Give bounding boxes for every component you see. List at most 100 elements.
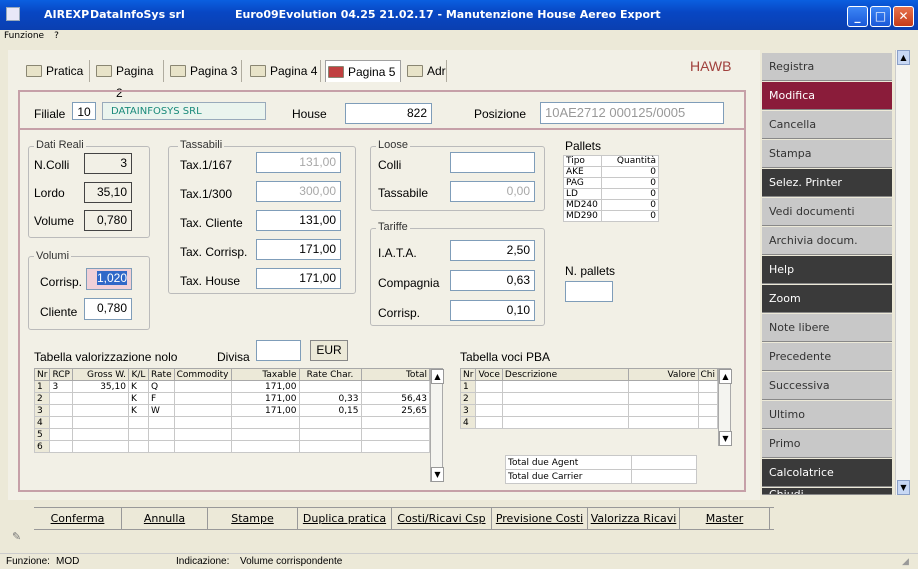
folder-icon	[26, 65, 42, 77]
eur-button[interactable]: EUR	[310, 340, 348, 361]
cancella-button[interactable]: Cancella	[762, 111, 892, 139]
tab-pagina-3[interactable]: Pagina 3	[168, 60, 242, 82]
stampa-button[interactable]: Stampa	[762, 140, 892, 168]
tax-corrisp-label: Tax. Corrisp.	[180, 245, 248, 259]
table-row[interactable]: 2 K F 171,00 0,33 56,43	[33, 392, 431, 405]
ultimo-button[interactable]: Ultimo	[762, 401, 892, 429]
filiale-field[interactable]: 10	[72, 102, 96, 120]
tax-corrisp-field[interactable]: 171,00	[256, 239, 341, 260]
maximize-icon[interactable]: □	[870, 6, 891, 27]
nolo-scrollbar[interactable]: ▲ ▼	[430, 368, 444, 482]
loose-colli-field[interactable]	[450, 152, 535, 173]
table-row[interactable]: 6	[33, 440, 431, 453]
iata-field[interactable]: 2,50	[450, 240, 535, 261]
menu-help[interactable]: ?	[54, 31, 59, 41]
table-row[interactable]: 2	[459, 392, 718, 405]
conferma-button[interactable]: Conferma	[34, 508, 122, 530]
bottom-toolbar: Conferma Annulla Stampe Duplica pratica …	[34, 507, 774, 530]
help-button[interactable]: Help	[762, 256, 892, 284]
vedi-documenti-button[interactable]: Vedi documenti	[762, 198, 892, 226]
scroll-down-icon[interactable]: ▼	[897, 480, 910, 495]
loose-tassabile-label: Tassabile	[378, 186, 429, 200]
tab-pagina-2[interactable]: Pagina 2	[94, 60, 164, 100]
scroll-up-icon[interactable]: ▲	[431, 369, 444, 384]
precedente-button[interactable]: Precedente	[762, 343, 892, 371]
divisa-field[interactable]	[256, 340, 301, 361]
posizione-field[interactable]: 10AE2712 000125/0005	[540, 102, 724, 124]
table-row[interactable]: 1	[459, 380, 718, 393]
tax167-field[interactable]: 131,00	[256, 152, 341, 173]
resize-grip-icon[interactable]: ◢	[902, 554, 909, 569]
tariffe-corrisp-field[interactable]: 0,10	[450, 300, 535, 321]
master-button[interactable]: Master	[680, 508, 770, 530]
volume-field[interactable]: 0,780	[84, 210, 132, 231]
ncolli-field[interactable]: 3	[84, 153, 132, 174]
folder-icon	[250, 65, 266, 77]
tab-pagina-4[interactable]: Pagina 4	[248, 60, 321, 82]
duplica-pratica-button[interactable]: Duplica pratica	[298, 508, 392, 530]
pba-totals: Total due Agent Total due Carrier	[505, 455, 697, 484]
tax-cliente-field[interactable]: 131,00	[256, 210, 341, 231]
tab-pagina-5[interactable]: Pagina 5	[325, 60, 401, 82]
chiudi-button[interactable]: Chiudi	[762, 488, 892, 495]
menu-bar: Funzione?	[0, 30, 918, 43]
scroll-down-icon[interactable]: ▼	[719, 431, 732, 446]
table-row[interactable]: AKE 0	[563, 166, 659, 178]
registra-button[interactable]: Registra	[762, 53, 892, 81]
zoom-button[interactable]: Zoom	[762, 285, 892, 313]
lordo-field[interactable]: 35,10	[84, 182, 132, 203]
pba-scrollbar[interactable]: ▲ ▼	[718, 368, 732, 446]
lordo-label: Lordo	[34, 186, 65, 200]
scroll-down-icon[interactable]: ▼	[431, 467, 444, 482]
modifica-button[interactable]: Modifica	[762, 82, 892, 110]
primo-button[interactable]: Primo	[762, 430, 892, 458]
annulla-button[interactable]: Annulla	[122, 508, 208, 530]
volumi-cliente-field[interactable]: 0,780	[84, 298, 132, 320]
house-field[interactable]: 822	[345, 103, 432, 124]
table-row[interactable]: 3	[459, 404, 718, 417]
table-row[interactable]: MD290 0	[563, 210, 659, 222]
archivia-docum-button[interactable]: Archivia docum.	[762, 227, 892, 255]
successiva-button[interactable]: Successiva	[762, 372, 892, 400]
volumi-corrisp-field[interactable]: 1,020	[86, 268, 132, 290]
app-icon	[6, 7, 20, 21]
tab-pratica[interactable]: Pratica	[24, 60, 90, 82]
table-row[interactable]: PAG 0	[563, 177, 659, 189]
compagnia-field[interactable]: 0,63	[450, 270, 535, 291]
valorizza-ricavi-button[interactable]: Valorizza Ricavi	[588, 508, 680, 530]
tab-adr[interactable]: Adr	[405, 60, 447, 82]
costi-ricavi-csp-button[interactable]: Costi/Ricavi Csp	[392, 508, 492, 530]
pba-table: Nr Voce Descrizione Valore Chi 1 2 3 4	[459, 368, 718, 429]
table-row[interactable]: 4	[459, 416, 718, 429]
total-agent-label: Total due Agent	[505, 455, 632, 470]
note-libere-button[interactable]: Note libere	[762, 314, 892, 342]
app-name: AIREXP	[44, 8, 90, 21]
table-row[interactable]: LD 0	[563, 188, 659, 200]
npallets-field[interactable]	[565, 281, 613, 302]
npallets-label: N. pallets	[565, 264, 616, 278]
previsione-costi-button[interactable]: Previsione Costi	[492, 508, 588, 530]
table-row[interactable]: 3 K W 171,00 0,15 25,65	[33, 404, 431, 417]
tax-cliente-label: Tax. Cliente	[180, 216, 243, 230]
divisa-label: Divisa	[217, 350, 250, 364]
calcolatrice-button[interactable]: Calcolatrice	[762, 459, 892, 487]
loose-tassabile-field[interactable]: 0,00	[450, 181, 535, 202]
selez-printer-button[interactable]: Selez. Printer	[762, 169, 892, 197]
scroll-up-icon[interactable]: ▲	[719, 369, 732, 384]
menu-funzione[interactable]: Funzione	[4, 31, 44, 41]
minimize-icon[interactable]: _	[847, 6, 868, 27]
tax300-field[interactable]: 300,00	[256, 181, 341, 202]
table-row[interactable]: 1 3 35,10 K Q 171,00	[33, 380, 431, 393]
close-icon[interactable]: ✕	[893, 6, 914, 27]
table-row[interactable]: 5	[33, 428, 431, 441]
table-row[interactable]: 4	[33, 416, 431, 429]
volume-label: Volume	[34, 214, 75, 228]
stampe-button[interactable]: Stampe	[208, 508, 298, 530]
tax-house-field[interactable]: 171,00	[256, 268, 341, 289]
volumi-corrisp-label: Corrisp.	[40, 275, 83, 289]
sidebar-scrollbar[interactable]: ▲ ▼	[895, 50, 910, 495]
scroll-up-icon[interactable]: ▲	[897, 50, 910, 65]
total-agent-value	[631, 455, 697, 470]
table-row[interactable]: MD240 0	[563, 199, 659, 211]
tariffe-title: Tariffe	[376, 221, 410, 233]
